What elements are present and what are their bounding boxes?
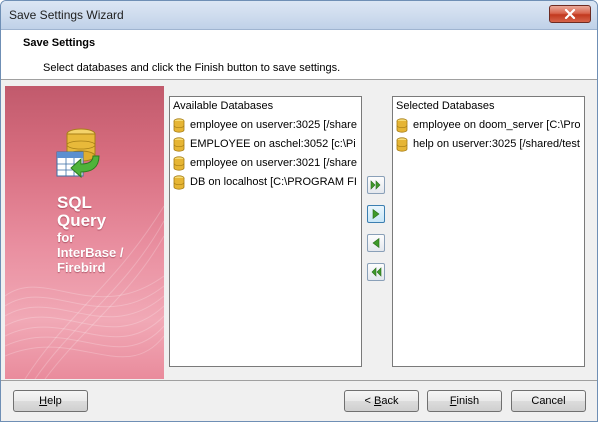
add-selected-button[interactable] bbox=[367, 205, 385, 223]
database-icon bbox=[396, 137, 408, 155]
product-line-5: Firebird bbox=[57, 260, 106, 275]
database-table-icon bbox=[56, 128, 100, 179]
available-database-list-item[interactable]: employee on userver:3025 [/share bbox=[170, 117, 361, 136]
selected-database-item-label: help on userver:3025 [/shared/test bbox=[413, 138, 580, 150]
available-database-list-item[interactable]: EMPLOYEE on aschel:3052 [c:\Pi bbox=[170, 136, 361, 155]
back-label: ack bbox=[381, 395, 399, 407]
add-all-button[interactable] bbox=[367, 176, 385, 194]
help-button[interactable]: Help bbox=[13, 390, 88, 412]
arrow-left-icon bbox=[372, 237, 380, 249]
product-banner: SQL Query for InterBase / Firebird bbox=[5, 86, 164, 379]
cancel-button[interactable]: Cancel bbox=[511, 390, 586, 412]
selected-database-item-label: employee on doom_server [C:\Pro bbox=[413, 119, 581, 131]
database-icon bbox=[173, 175, 185, 193]
product-line-3: for bbox=[57, 230, 75, 245]
database-icon bbox=[173, 137, 185, 155]
page-description: Select databases and click the Finish bu… bbox=[43, 62, 341, 74]
product-line-4: InterBase / bbox=[57, 245, 124, 260]
remove-all-button[interactable] bbox=[367, 263, 385, 281]
title-bar[interactable]: Save Settings Wizard bbox=[1, 1, 597, 30]
finish-button[interactable]: Finish bbox=[427, 390, 502, 412]
finish-label: inish bbox=[456, 395, 480, 407]
available-database-list-item[interactable]: employee on userver:3021 [/share bbox=[170, 155, 361, 174]
arrow-right-icon bbox=[372, 208, 380, 220]
database-icon bbox=[173, 156, 185, 174]
page-title: Save Settings bbox=[23, 37, 96, 49]
product-line-2: Query bbox=[57, 211, 107, 230]
available-database-item-label: DB on localhost [C:\PROGRAM FI bbox=[190, 176, 357, 188]
footer-divider bbox=[1, 380, 597, 381]
product-name: SQL Query for InterBase / Firebird bbox=[57, 193, 124, 276]
close-icon bbox=[564, 9, 576, 19]
selected-database-list-item[interactable]: help on userver:3025 [/shared/test bbox=[393, 136, 584, 155]
selected-database-list-item[interactable]: employee on doom_server [C:\Pro bbox=[393, 117, 584, 136]
available-database-item-label: EMPLOYEE on aschel:3052 [c:\Pi bbox=[190, 138, 356, 150]
available-databases-header: Available Databases bbox=[173, 100, 274, 112]
wizard-window: Save Settings Wizard Save Settings Selec… bbox=[0, 0, 598, 422]
remove-selected-button[interactable] bbox=[367, 234, 385, 252]
database-icon bbox=[396, 118, 408, 136]
wizard-header: Save Settings Select databases and click… bbox=[1, 30, 597, 80]
cancel-label: Cancel bbox=[531, 395, 566, 407]
selected-databases-list[interactable]: Selected Databases employee on doom_serv… bbox=[392, 96, 585, 367]
window-title: Save Settings Wizard bbox=[9, 8, 124, 22]
help-mnemonic: H bbox=[39, 395, 48, 407]
available-database-list-item[interactable]: DB on localhost [C:\PROGRAM FI bbox=[170, 174, 361, 193]
selected-databases-header: Selected Databases bbox=[396, 100, 495, 112]
help-label: elp bbox=[47, 395, 62, 407]
available-database-item-label: employee on userver:3025 [/share bbox=[190, 119, 357, 131]
back-prefix: < bbox=[364, 395, 374, 407]
back-button[interactable]: < Back bbox=[344, 390, 419, 412]
double-arrow-left-icon bbox=[371, 267, 382, 277]
product-line-1: SQL bbox=[57, 193, 92, 212]
available-databases-list[interactable]: Available Databases employee on userver:… bbox=[169, 96, 362, 367]
close-button[interactable] bbox=[549, 5, 591, 23]
database-icon bbox=[173, 118, 185, 136]
finish-mnemonic: F bbox=[449, 395, 457, 407]
available-database-item-label: employee on userver:3021 [/share bbox=[190, 157, 357, 169]
double-arrow-right-icon bbox=[370, 180, 381, 190]
